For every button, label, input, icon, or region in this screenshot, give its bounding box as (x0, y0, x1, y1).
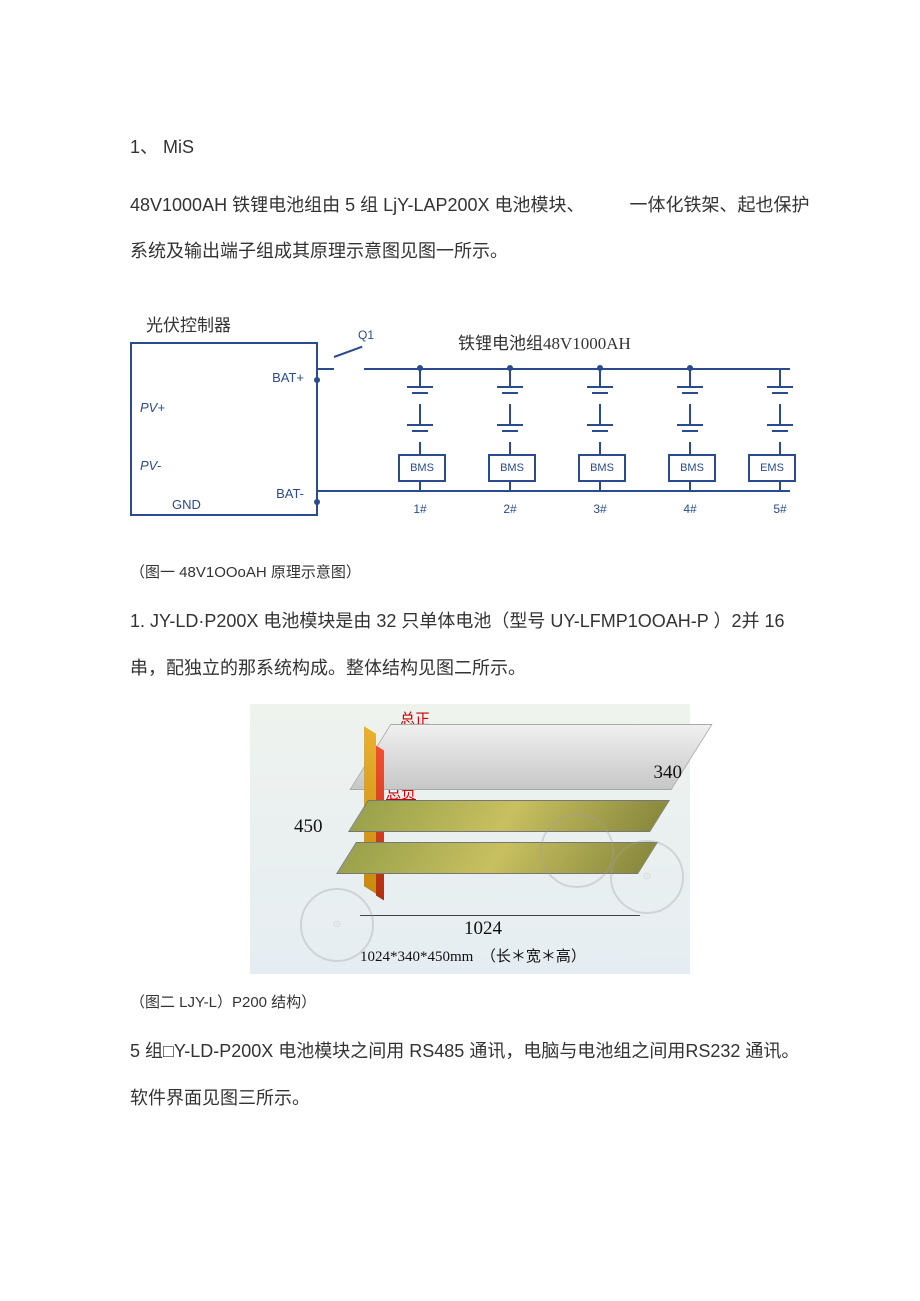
switch-gap (334, 364, 364, 374)
watermark-icon: ⊙ (300, 888, 374, 962)
label-pv-plus: PV+ (140, 400, 165, 415)
figure-2: 总正 总负 340 450 1024 1024*340*450mm （长＊宽＊高… (250, 704, 690, 974)
column-index: 4# (660, 502, 720, 516)
label-pv-minus: PV- (140, 458, 161, 473)
dimension-450: 450 (294, 816, 323, 838)
figure-1-schematic: Q1 铁锂电池组48V1000AH BAT+ PV+ PV- BAT- GND (130, 332, 790, 552)
battery-column-4: BMS 4# (660, 368, 720, 528)
figure-2-caption: （图二 LJY-L）P200 结构） (130, 988, 810, 1018)
column-index: 2# (480, 502, 540, 516)
battery-column-5: EMS 5# (750, 368, 790, 528)
column-index: 1# (390, 502, 450, 516)
bms-box: BMS (488, 454, 536, 482)
ems-box: EMS (748, 454, 796, 482)
paragraph-2: 1. JY-LD·P200X 电池模块是由 32 只单体电池（型号 UY-LFM… (130, 598, 810, 692)
controller-box: BAT+ PV+ PV- BAT- GND (130, 342, 318, 516)
paragraph-1: 48V1000AH 铁锂电池组由 5 组 LjY-LAP200X 电池模块、 一… (130, 182, 810, 276)
figure-1-title: 铁锂电池组48V1000AH (458, 329, 631, 354)
section-number: 1、 (130, 137, 158, 157)
figure-1: 光伏控制器 Q1 铁锂电池组48V1000AH BAT+ PV+ PV- BAT… (130, 311, 790, 552)
switch-arm-icon (334, 346, 363, 358)
watermark-icon: ⊙ (540, 814, 614, 888)
document-page: 1、 MiS 48V1000AH 铁锂电池组由 5 组 LjY-LAP200X … (0, 0, 920, 1301)
dimension-line-icon (360, 915, 641, 916)
bms-box: BMS (398, 454, 446, 482)
battery-column-1: BMS 1# (390, 368, 450, 528)
column-index: 5# (750, 502, 810, 516)
column-index: 3# (570, 502, 630, 516)
section-title: MiS (163, 137, 194, 157)
bms-box: BMS (668, 454, 716, 482)
dimension-1024: 1024 (464, 918, 502, 940)
figure-1-caption: （图一 48V1OOoAH 原理示意图） (130, 558, 810, 588)
figure-2-subcaption: 1024*340*450mm （长＊宽＊高） (360, 945, 586, 966)
module-slab-1 (348, 800, 670, 832)
node-icon (314, 377, 320, 383)
switch-label: Q1 (358, 328, 374, 342)
section-heading: 1、 MiS (130, 128, 810, 168)
battery-column-3: BMS 3# (570, 368, 630, 528)
node-icon (314, 499, 320, 505)
bms-box: BMS (578, 454, 626, 482)
label-gnd: GND (172, 497, 201, 512)
dimension-340: 340 (654, 762, 683, 784)
paragraph-3: 5 组□Y-LD-P200X 电池模块之间用 RS485 通讯，电脑与电池组之间… (130, 1028, 810, 1122)
watermark-icon: ⊙ (610, 840, 684, 914)
label-bat-minus: BAT- (276, 486, 304, 501)
battery-column-2: BMS 2# (480, 368, 540, 528)
label-bat-plus: BAT+ (272, 370, 304, 385)
